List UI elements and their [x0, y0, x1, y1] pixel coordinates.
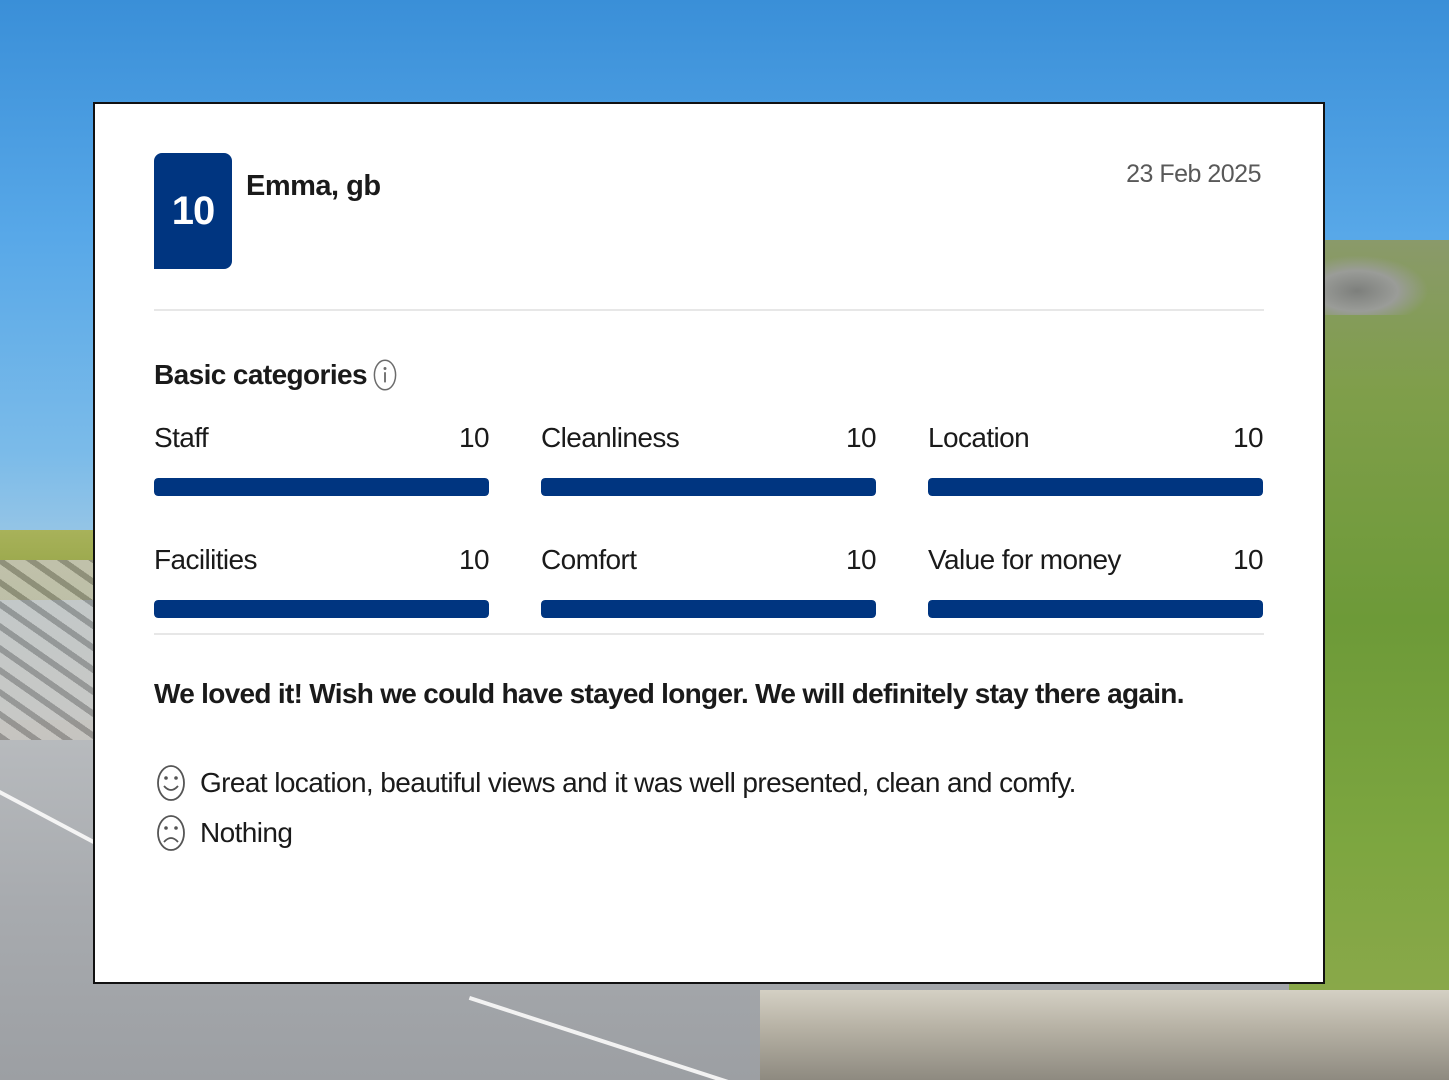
- review-negative: Nothing: [154, 814, 293, 852]
- category-staff: Staff 10: [154, 422, 490, 496]
- category-value-for-money: Value for money 10: [928, 544, 1264, 618]
- category-score: 10: [1233, 544, 1264, 575]
- smiley-face-icon: [154, 764, 188, 802]
- category-score: 10: [1233, 422, 1264, 453]
- category-bar-fill: [541, 600, 876, 618]
- category-bar: [154, 478, 489, 496]
- section-title: Basic categories: [154, 358, 397, 392]
- review-positive: Great location, beautiful views and it w…: [154, 764, 1076, 802]
- category-label: Location: [928, 422, 1030, 453]
- score-badge: 10: [154, 153, 232, 269]
- category-label: Comfort: [541, 544, 637, 575]
- category-bar: [541, 600, 876, 618]
- reviewer-name: Emma, gb: [246, 170, 381, 202]
- category-score: 10: [846, 422, 877, 453]
- category-score: 10: [459, 544, 490, 575]
- background-wall: [760, 990, 1449, 1080]
- category-bar-fill: [154, 600, 489, 618]
- category-comfort: Comfort 10: [541, 544, 877, 618]
- sad-face-icon: [154, 814, 188, 852]
- category-bar: [541, 478, 876, 496]
- category-score: 10: [846, 544, 877, 575]
- category-label: Cleanliness: [541, 422, 680, 453]
- divider: [154, 633, 1264, 635]
- category-label: Staff: [154, 422, 209, 453]
- info-icon[interactable]: [373, 358, 397, 392]
- category-bar-fill: [928, 478, 1263, 496]
- category-bar: [928, 600, 1263, 618]
- review-headline: We loved it! Wish we could have stayed l…: [154, 678, 1184, 709]
- background-rocks: [1309, 255, 1429, 315]
- category-bar-fill: [541, 478, 876, 496]
- background-photo: 10 Emma, gb 23 Feb 2025 Basic categories…: [0, 0, 1449, 1080]
- background-rails: [0, 560, 100, 740]
- category-label: Value for money: [928, 544, 1121, 575]
- review-date: 23 Feb 2025: [1126, 160, 1261, 188]
- review-negative-text: Nothing: [200, 817, 293, 848]
- category-bar: [154, 600, 489, 618]
- category-location: Location 10: [928, 422, 1264, 496]
- category-bar-fill: [154, 478, 489, 496]
- category-bar-fill: [928, 600, 1263, 618]
- category-cleanliness: Cleanliness 10: [541, 422, 877, 496]
- divider: [154, 309, 1264, 311]
- section-title-text: Basic categories: [154, 359, 368, 390]
- category-bar: [928, 478, 1263, 496]
- review-card: 10 Emma, gb 23 Feb 2025 Basic categories…: [93, 102, 1325, 984]
- category-label: Facilities: [154, 544, 258, 575]
- review-positive-text: Great location, beautiful views and it w…: [200, 767, 1076, 798]
- category-score: 10: [459, 422, 490, 453]
- category-grid: Staff 10 Cleanliness 10 Location 10 Faci…: [154, 422, 1264, 618]
- category-facilities: Facilities 10: [154, 544, 490, 618]
